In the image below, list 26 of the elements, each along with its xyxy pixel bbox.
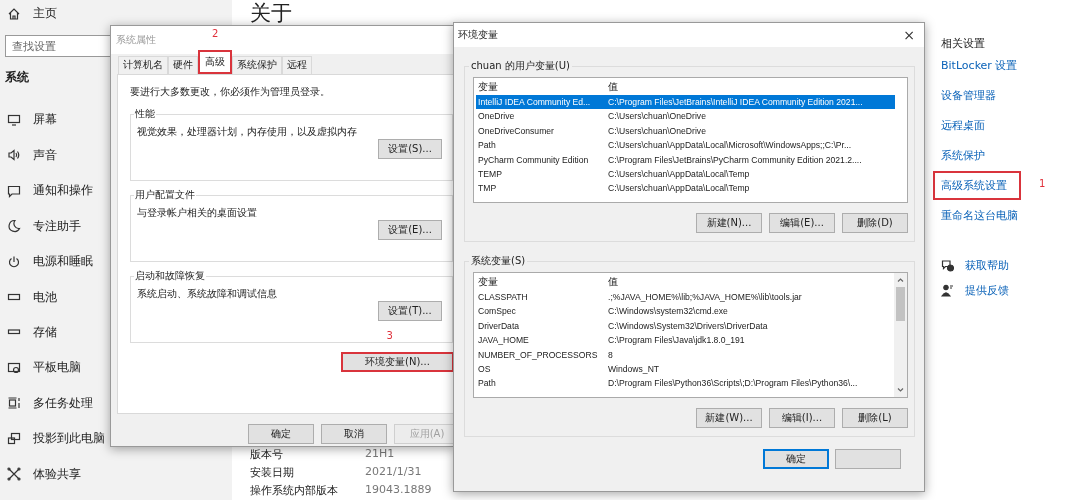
group-description: 视觉效果，处理器计划，内存使用，以及虚拟内存 [137,125,358,139]
spec-value: 19043.1889 [365,483,432,498]
group-title: 性能 [134,107,156,121]
group-description: 系统启动、系统故障和调试信息 [137,287,278,301]
spec-label: 版本号 [250,447,284,462]
annotation-number: 2 [212,28,219,39]
group-description: 与登录帐户相关的桌面设置 [137,206,258,220]
column-header: 变量 [477,80,499,94]
spec-value: 2021/1/31 [365,465,422,480]
page-title: 关于 [250,0,293,26]
group-title: 启动和故障恢复 [134,269,206,283]
spec-label: 操作系统内部版本 [250,483,339,498]
notice-text: 要进行大多数更改，你必须作为管理员登录。 [130,85,331,99]
window-title: 环境变量 [458,28,498,42]
column-header: 值 [607,80,619,94]
group-title: chuan 的用户变量(U) [470,59,571,73]
annotation-number: 3 [386,330,393,341]
column-header: 值 [607,275,619,289]
column-header: 变量 [477,275,499,289]
spec-label: 安装日期 [250,465,295,480]
group-title: 系统变量(S) [470,254,527,268]
spec-value: 21H1 [365,447,395,462]
section-heading: 系统 [5,68,30,86]
annotation-number: 1 [1039,178,1046,189]
section-heading: 相关设置 [941,36,985,51]
group-title: 用户配置文件 [134,188,196,202]
